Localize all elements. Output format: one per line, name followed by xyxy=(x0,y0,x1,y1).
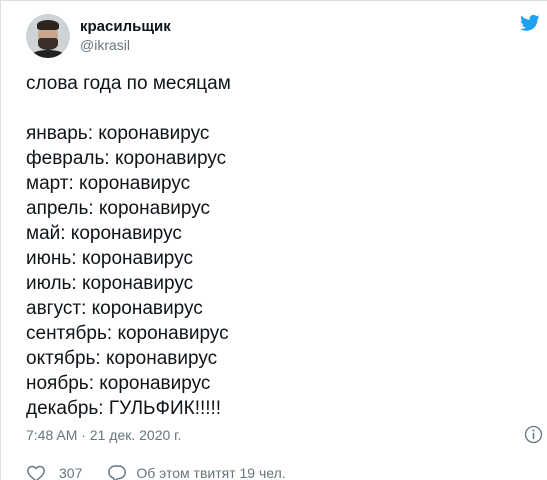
tweet-line: слова года по месяцам xyxy=(26,73,231,94)
tweet-timestamp[interactable]: 7:48 AM · 21 дек. 2020 г. xyxy=(26,425,181,445)
tweet-actions: 307 Об этом твитят 19 чел. xyxy=(26,463,286,480)
tweet-line: декабрь: ГУЛЬФИК!!!!! xyxy=(26,398,222,419)
info-icon[interactable] xyxy=(524,425,543,444)
twitter-bird-icon[interactable] xyxy=(519,13,541,33)
reply-label: Об этом твитят 19 чел. xyxy=(136,465,286,480)
tweet-line: июнь: коронавирус xyxy=(26,248,193,269)
tweet-line: август: коронавирус xyxy=(26,298,203,319)
tweet-line: май: коронавирус xyxy=(26,223,182,244)
tweet-line: октябрь: коронавирус xyxy=(26,348,218,369)
heart-icon xyxy=(27,465,45,480)
author-names: красильщик @ikrasil xyxy=(80,17,171,55)
tweet-header: красильщик @ikrasil xyxy=(26,11,171,61)
tweet-line: ноябрь: коронавирус xyxy=(26,373,211,394)
tweet-line: апрель: коронавирус xyxy=(26,198,211,219)
avatar[interactable] xyxy=(26,14,70,58)
author-display-name[interactable]: красильщик xyxy=(80,17,171,36)
tweet-line: сентябрь: коронавирус xyxy=(26,323,229,344)
tweet-card: красильщик @ikrasil слова года по месяца… xyxy=(0,0,547,480)
tweet-line xyxy=(26,96,231,121)
tweet-line: январь: коронавирус xyxy=(26,123,210,144)
tweet-text: слова года по месяцам январь: коронавиру… xyxy=(26,71,231,421)
comment-bubble-icon xyxy=(108,465,127,480)
reply-button[interactable]: Об этом твитят 19 чел. xyxy=(107,464,286,480)
tweet-line: март: коронавирус xyxy=(26,173,191,194)
like-button[interactable]: 307 xyxy=(26,464,82,480)
tweet-line: февраль: коронавирус xyxy=(26,148,227,169)
like-count: 307 xyxy=(59,465,83,480)
author-handle[interactable]: @ikrasil xyxy=(80,36,171,55)
tweet-line: июль: коронавирус xyxy=(26,273,194,294)
